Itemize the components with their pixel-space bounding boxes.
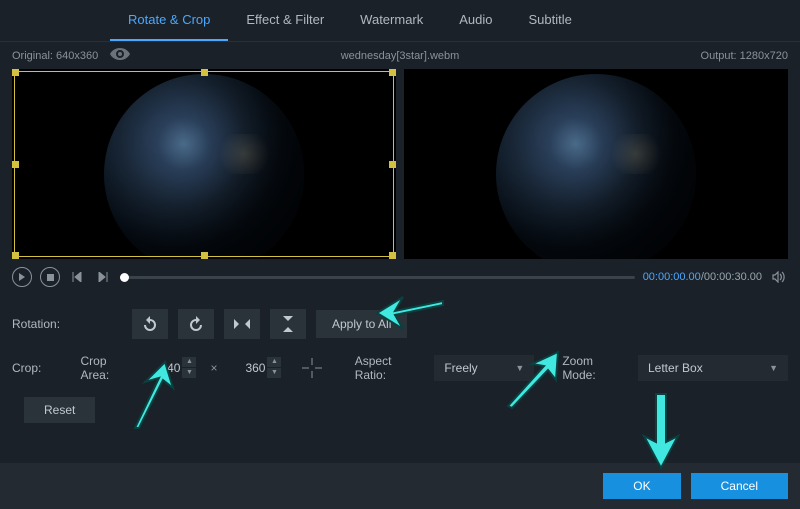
aspect-ratio-label: Aspect Ratio: (355, 354, 425, 382)
dimension-separator: × (210, 361, 217, 375)
crop-handle-mr[interactable] (389, 161, 396, 168)
rotate-right-button[interactable] (178, 309, 214, 339)
original-preview[interactable] (12, 69, 396, 259)
next-frame-button[interactable] (94, 268, 112, 286)
crop-area-label: Crop Area: (81, 354, 137, 382)
crop-handle-ml[interactable] (12, 161, 19, 168)
crop-width-input[interactable]: ▲▼ (146, 357, 196, 379)
crop-height-field[interactable] (231, 361, 265, 375)
time-current: 00:00:00.00 (643, 271, 701, 283)
time-total: 00:00:30.00 (704, 271, 762, 283)
flip-horizontal-button[interactable] (224, 309, 260, 339)
reset-button[interactable]: Reset (24, 397, 95, 423)
playhead[interactable] (120, 273, 129, 282)
width-up[interactable]: ▲ (182, 357, 196, 367)
rotation-label: Rotation: (12, 317, 72, 331)
crop-handle-tm[interactable] (201, 69, 208, 76)
player-bar: 00:00:00.00/00:00:30.00 (0, 259, 800, 295)
tab-rotate-crop[interactable]: Rotate & Crop (110, 0, 228, 41)
crop-handle-tl[interactable] (12, 69, 19, 76)
crop-handle-bl[interactable] (12, 252, 19, 259)
chevron-down-icon: ▼ (515, 363, 524, 373)
tab-bar: Rotate & Crop Effect & Filter Watermark … (0, 0, 800, 42)
stop-button[interactable] (40, 267, 60, 287)
aspect-ratio-select[interactable]: Freely ▼ (434, 355, 534, 381)
zoom-mode-label: Zoom Mode: (562, 354, 628, 382)
controls-panel: Rotation: Apply to All Crop: Crop Area: … (0, 295, 800, 441)
visibility-icon[interactable] (110, 48, 130, 63)
tab-audio[interactable]: Audio (441, 0, 510, 41)
zoom-mode-value: Letter Box (648, 361, 703, 375)
ok-button[interactable]: OK (603, 473, 680, 499)
prev-frame-button[interactable] (68, 268, 86, 286)
height-up[interactable]: ▲ (267, 357, 281, 367)
crop-handle-br[interactable] (389, 252, 396, 259)
crop-label: Crop: (12, 361, 71, 375)
crop-handle-tr[interactable] (389, 69, 396, 76)
filename-label: wednesday[3star].webm (341, 50, 460, 62)
rotate-left-button[interactable] (132, 309, 168, 339)
height-down[interactable]: ▼ (267, 368, 281, 378)
crop-frame[interactable] (14, 71, 394, 257)
output-preview (404, 69, 788, 259)
zoom-mode-select[interactable]: Letter Box ▼ (638, 355, 788, 381)
play-button[interactable] (12, 267, 32, 287)
volume-icon[interactable] (770, 268, 788, 286)
cancel-button[interactable]: Cancel (691, 473, 788, 499)
flip-vertical-button[interactable] (270, 309, 306, 339)
preview-area (0, 69, 800, 259)
timeline-slider[interactable] (120, 276, 635, 279)
width-down[interactable]: ▼ (182, 368, 196, 378)
crop-height-input[interactable]: ▲▼ (231, 357, 281, 379)
original-size-label: Original: 640x360 (12, 50, 98, 62)
crop-width-field[interactable] (146, 361, 180, 375)
apply-to-all-button[interactable]: Apply to All (316, 310, 407, 338)
footer-bar: OK Cancel (0, 463, 800, 509)
info-bar: Original: 640x360 wednesday[3star].webm … (0, 42, 800, 69)
tab-watermark[interactable]: Watermark (342, 0, 441, 41)
chevron-down-icon: ▼ (769, 363, 778, 373)
output-size-label: Output: 1280x720 (701, 50, 788, 62)
tab-effect-filter[interactable]: Effect & Filter (228, 0, 342, 41)
time-display: 00:00:00.00/00:00:30.00 (643, 271, 762, 283)
crop-handle-bm[interactable] (201, 252, 208, 259)
tab-subtitle[interactable]: Subtitle (511, 0, 590, 41)
aspect-ratio-value: Freely (444, 361, 477, 375)
center-crop-button[interactable] (297, 353, 326, 383)
